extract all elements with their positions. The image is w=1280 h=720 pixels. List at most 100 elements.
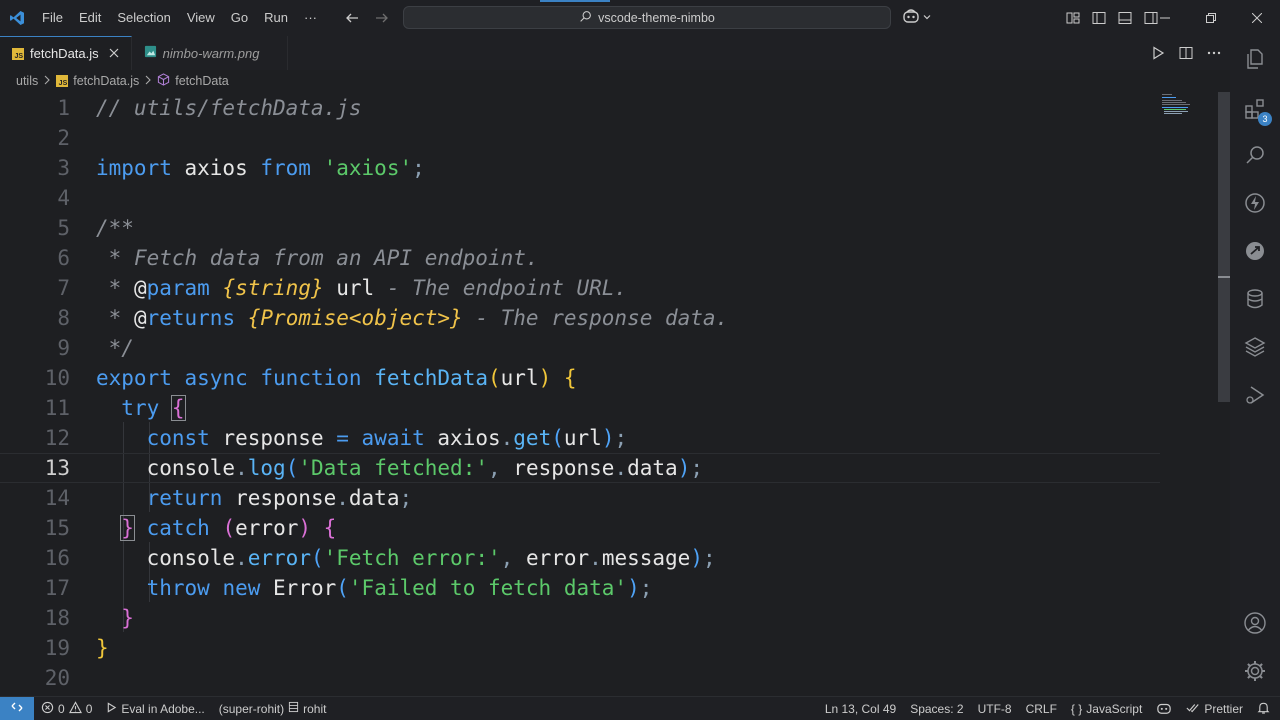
method: get <box>513 426 552 450</box>
code-line: 16 console.error('Fetch error:', error.m… <box>0 543 1160 573</box>
prettier-status[interactable]: Prettier <box>1179 697 1250 720</box>
line-number: 12 <box>44 426 70 450</box>
punctuation: , <box>500 546 514 570</box>
code-line: 15 } catch (error) { <box>0 513 1160 543</box>
back-arrow-icon[interactable] <box>342 8 362 28</box>
code-line: 11 try { <box>0 393 1160 423</box>
end-of-line[interactable]: CRLF <box>1019 697 1064 720</box>
thunder-client-button[interactable] <box>1230 180 1280 228</box>
keyword: from <box>260 156 311 180</box>
eval-label: Eval in Adobe... <box>121 701 205 716</box>
chevron-right-icon <box>43 74 51 88</box>
comment: /** <box>96 216 134 240</box>
identifier: console <box>146 456 236 480</box>
menu-run[interactable]: Run <box>256 0 296 36</box>
code-line: 1 // utils/fetchData.js <box>0 93 1160 123</box>
vertical-scrollbar[interactable] <box>1218 92 1230 696</box>
command-center-search[interactable]: vscode-theme-nimbo <box>403 6 891 29</box>
editor-tab-bar: JS fetchData.js nimbo-warm.png <box>0 36 1230 70</box>
scrollbar-thumb[interactable] <box>1218 92 1230 402</box>
punctuation: ; <box>639 576 653 600</box>
remote-indicator[interactable] <box>0 696 34 720</box>
close-window-icon[interactable] <box>1234 0 1280 36</box>
comment: // utils/fetchData.js <box>96 96 362 120</box>
bracket: ( <box>336 576 349 600</box>
menu-more[interactable]: ··· <box>296 0 325 36</box>
line-number: 19 <box>44 636 70 660</box>
string: 'Fetch error:' <box>323 546 501 570</box>
menu-file[interactable]: File <box>34 0 71 36</box>
search-icon <box>579 10 592 26</box>
jsdoc-tag: param <box>146 276 210 300</box>
code-editor[interactable]: 1 // utils/fetchData.js 2 3 import axios f… <box>0 92 1230 696</box>
accounts-button[interactable] <box>1230 600 1280 648</box>
toggle-panel-icon[interactable] <box>1115 8 1135 28</box>
remote-explorer-button[interactable] <box>1230 228 1280 276</box>
bracket: { <box>563 366 577 390</box>
punctuation: ; <box>399 486 413 510</box>
method: error <box>247 546 311 570</box>
copilot-status[interactable] <box>1149 697 1179 720</box>
extensions-button[interactable]: 3 <box>1230 86 1280 134</box>
menu-go[interactable]: Go <box>223 0 256 36</box>
punctuation: ; <box>690 456 703 480</box>
manage-button[interactable] <box>1230 648 1280 696</box>
breadcrumb-folder[interactable]: utils <box>16 74 38 88</box>
line-number: 20 <box>44 666 70 690</box>
tab-nimbo-warm[interactable]: nimbo-warm.png <box>132 36 289 70</box>
line-number: 9 <box>57 336 70 360</box>
files-icon <box>1243 47 1267 74</box>
eval-button[interactable]: Eval in Adobe... <box>99 697 211 720</box>
restore-icon[interactable] <box>1188 0 1234 36</box>
minimap[interactable] <box>1160 92 1200 122</box>
run-icon[interactable] <box>1150 45 1166 61</box>
keyword: import <box>96 156 172 180</box>
menu-selection[interactable]: Selection <box>109 0 178 36</box>
tab-fetchdata[interactable]: JS fetchData.js <box>0 36 132 70</box>
bracket: ) <box>601 426 615 450</box>
keyword: return <box>146 486 223 510</box>
copilot-icon <box>902 8 920 27</box>
forward-arrow-icon[interactable] <box>372 8 392 28</box>
status-bar: 0 0 Eval in Adobe... (super-rohit) rohit… <box>0 696 1280 720</box>
profile-indicator[interactable]: (super-rohit) rohit <box>212 697 334 720</box>
close-icon[interactable] <box>109 46 119 61</box>
punctuation: . <box>614 456 628 480</box>
bell-icon <box>1257 701 1270 718</box>
language-mode[interactable]: { } JavaScript <box>1064 697 1149 720</box>
toggle-primary-sidebar-icon[interactable] <box>1089 8 1109 28</box>
split-editor-icon[interactable] <box>1178 45 1194 61</box>
customize-layout-icon[interactable] <box>1063 8 1083 28</box>
title-bar: File Edit Selection View Go Run ··· vsco… <box>0 0 1280 36</box>
account-icon <box>1243 611 1267 638</box>
layers-button[interactable] <box>1230 324 1280 372</box>
menu-edit[interactable]: Edit <box>71 0 109 36</box>
notifications-button[interactable] <box>1250 697 1280 720</box>
jsdoc-tag: returns <box>146 306 236 330</box>
menu-view[interactable]: View <box>179 0 223 36</box>
punctuation: . <box>235 546 248 570</box>
problems-indicator[interactable]: 0 0 <box>34 697 99 720</box>
search-icon <box>1243 143 1267 170</box>
breadcrumb-file[interactable]: fetchData.js <box>73 74 139 88</box>
minimize-icon[interactable] <box>1142 0 1188 36</box>
layers-icon <box>1243 335 1267 362</box>
more-actions-icon[interactable] <box>1206 45 1222 61</box>
bracket: } <box>120 515 135 541</box>
database-button[interactable] <box>1230 276 1280 324</box>
keyword: new <box>222 576 261 600</box>
keyword: function <box>260 366 362 390</box>
run-debug-icon <box>1243 383 1267 410</box>
operator: = <box>336 426 349 450</box>
copilot-button[interactable] <box>902 8 932 27</box>
indentation[interactable]: Spaces: 2 <box>903 697 970 720</box>
explorer-button[interactable] <box>1230 36 1280 84</box>
identifier: response <box>500 456 615 480</box>
jsdoc-type: {Promise<object>} <box>247 306 463 330</box>
breadcrumb-symbol[interactable]: fetchData <box>175 74 229 88</box>
search-view-button[interactable] <box>1230 132 1280 180</box>
run-debug-button[interactable] <box>1230 372 1280 420</box>
tab-label: fetchData.js <box>30 46 99 61</box>
encoding[interactable]: UTF-8 <box>971 697 1019 720</box>
cursor-position[interactable]: Ln 13, Col 49 <box>818 697 903 720</box>
